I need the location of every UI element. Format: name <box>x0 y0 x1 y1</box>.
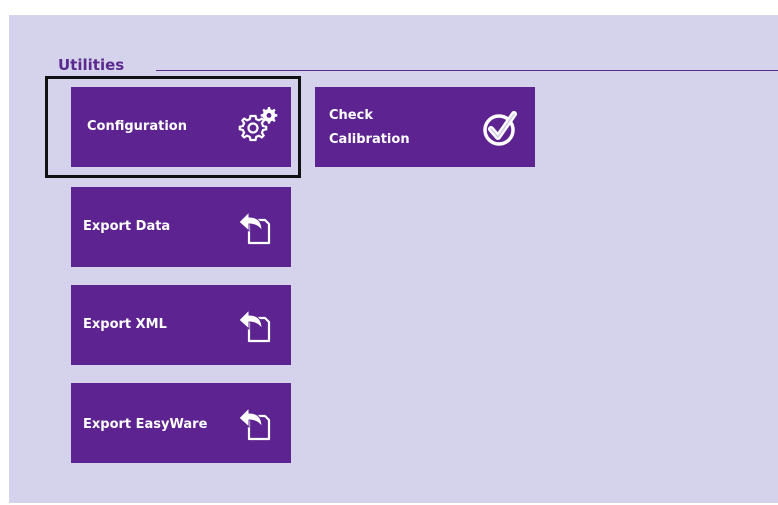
section-divider <box>156 70 778 71</box>
configuration-button[interactable]: Configuration <box>71 87 291 167</box>
export-easyware-label: Export EasyWare <box>83 417 208 432</box>
export-icon <box>236 405 276 449</box>
export-icon <box>236 209 276 253</box>
export-xml-button[interactable]: Export XML <box>71 285 291 365</box>
section-header: Utilities <box>58 55 124 75</box>
check-calibration-label-line1: Check <box>329 108 373 123</box>
check-circle-icon <box>481 109 521 153</box>
export-data-label: Export Data <box>83 219 171 234</box>
check-calibration-label-line2: Calibration <box>329 132 410 147</box>
configuration-label: Configuration <box>87 119 187 134</box>
check-calibration-button[interactable]: Check Calibration <box>315 87 535 167</box>
export-easyware-button[interactable]: Export EasyWare <box>71 383 291 463</box>
export-xml-label: Export XML <box>83 317 167 332</box>
export-data-button[interactable]: Export Data <box>71 187 291 267</box>
section-title: Utilities <box>58 56 125 74</box>
gears-icon <box>233 105 279 149</box>
export-icon <box>236 307 276 351</box>
